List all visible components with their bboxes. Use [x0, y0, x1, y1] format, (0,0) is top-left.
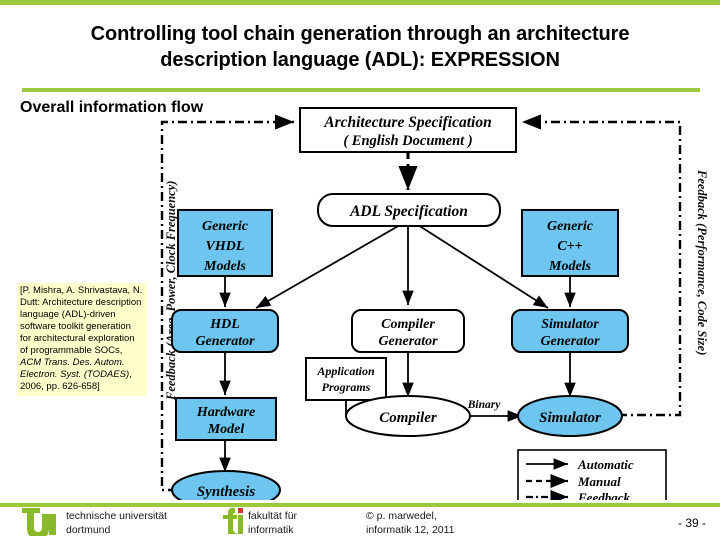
node-generic-cpp-models-label-2: C++: [557, 239, 582, 254]
footer-fi-text: fakultät für informatik: [248, 510, 297, 538]
left-feedback-label: Feedback (Area, Power, Clock Frequency): [164, 181, 178, 401]
node-application-programs-label-1: Application: [316, 364, 375, 378]
node-generic-cpp-models-label-1: Generic: [547, 219, 594, 234]
page-title-line-1: Controlling tool chain generation throug…: [90, 23, 630, 45]
node-hdl-generator[interactable]: HDL Generator: [171, 309, 279, 353]
node-generic-vhdl-models-label-2: VHDL: [206, 239, 245, 254]
node-adl-specification-label: ADL Specification: [349, 203, 468, 220]
node-simulator-generator[interactable]: Simulator Generator: [511, 309, 629, 353]
edge-label-binary: Binary: [467, 399, 501, 411]
node-architecture-specification[interactable]: Architecture Specification ( English Doc…: [299, 107, 517, 153]
node-hardware-model-label-2: Model: [207, 422, 245, 437]
node-adl-specification[interactable]: ADL Specification: [317, 193, 501, 227]
node-compiler-generator[interactable]: Compiler Generator: [351, 309, 465, 353]
node-generic-vhdl-models-label-1: Generic: [202, 219, 249, 234]
node-application-programs[interactable]: Application Programs: [305, 357, 387, 401]
footer-copyright-line-2: informatik 12, 2011: [366, 523, 455, 536]
page-number: - 39 -: [677, 516, 706, 530]
node-synthesis-label: Synthesis: [197, 484, 256, 500]
footer-tu-line-2: dortmund: [66, 523, 111, 536]
footer-fi-line-1: fakultät für: [248, 510, 298, 522]
node-application-programs-label-2: Programs: [322, 380, 371, 394]
fakultaet-informatik-logo: [215, 506, 245, 540]
node-simulator-generator-label-1: Simulator: [541, 317, 599, 332]
information-flow-diagram: Feedback (Area, Power, Clock Frequency) …: [150, 100, 710, 500]
node-compiler-generator-label-2: Generator: [378, 334, 438, 349]
node-hardware-model-label-1: Hardware: [196, 405, 255, 420]
footer-tu-line-1: technische universität: [66, 510, 167, 522]
node-architecture-specification-label-2: ( English Document ): [343, 133, 472, 149]
node-generic-cpp-models-label-3: Models: [548, 259, 592, 274]
citation-text-part-1: [P. Mishra, A. Shrivastava, N. Dutt: Arc…: [20, 285, 143, 356]
node-compiler-generator-label-1: Compiler: [381, 317, 435, 332]
node-generic-cpp-models[interactable]: Generic C++ Models: [521, 209, 619, 277]
page-title-line-2: description language (ADL): EXPRESSION: [160, 48, 560, 71]
node-simulator[interactable]: Simulator: [517, 395, 623, 437]
legend-label-manual: Manual: [577, 474, 621, 489]
node-simulator-generator-label-2: Generator: [540, 334, 600, 349]
top-accent-rule: [0, 0, 720, 5]
tu-dortmund-logo: [18, 506, 62, 540]
footer-tu-text: technische universität dortmund: [66, 510, 167, 538]
footer-fi-line-2: informatik: [248, 523, 294, 536]
right-feedback-label: Feedback (Performance, Code Size): [695, 169, 709, 355]
node-compiler-label: Compiler: [379, 410, 437, 426]
legend-label-automatic: Automatic: [577, 457, 634, 472]
footer-copyright: © p. marwedel, informatik 12, 2011: [366, 510, 455, 538]
slide-canvas: Controlling tool chain generation throug…: [0, 0, 720, 540]
footer-accent-rule: [0, 503, 720, 507]
node-hdl-generator-label-2: Generator: [195, 334, 255, 349]
node-synthesis[interactable]: Synthesis: [171, 470, 281, 500]
citation-note: [P. Mishra, A. Shrivastava, N. Dutt: Arc…: [17, 283, 147, 396]
footer-copyright-line-1: © p. marwedel,: [366, 510, 437, 522]
diagram-legend: Automatic Manual Feedback: [517, 449, 667, 500]
title-divider-rule: [22, 88, 700, 92]
node-simulator-label: Simulator: [539, 410, 601, 426]
node-compiler[interactable]: Compiler: [345, 395, 471, 437]
legend-label-feedback: Feedback: [577, 490, 630, 500]
node-hardware-model[interactable]: Hardware Model: [175, 397, 277, 441]
page-title: Controlling tool chain generation throug…: [24, 22, 696, 73]
node-architecture-specification-label-1: Architecture Specification: [323, 114, 491, 131]
citation-journal: ACM Trans. Des. Autom. Electron. Syst. (…: [20, 356, 130, 380]
node-generic-vhdl-models[interactable]: Generic VHDL Models: [177, 209, 273, 277]
node-generic-vhdl-models-label-3: Models: [203, 259, 247, 274]
node-hdl-generator-label-1: HDL: [209, 317, 240, 332]
